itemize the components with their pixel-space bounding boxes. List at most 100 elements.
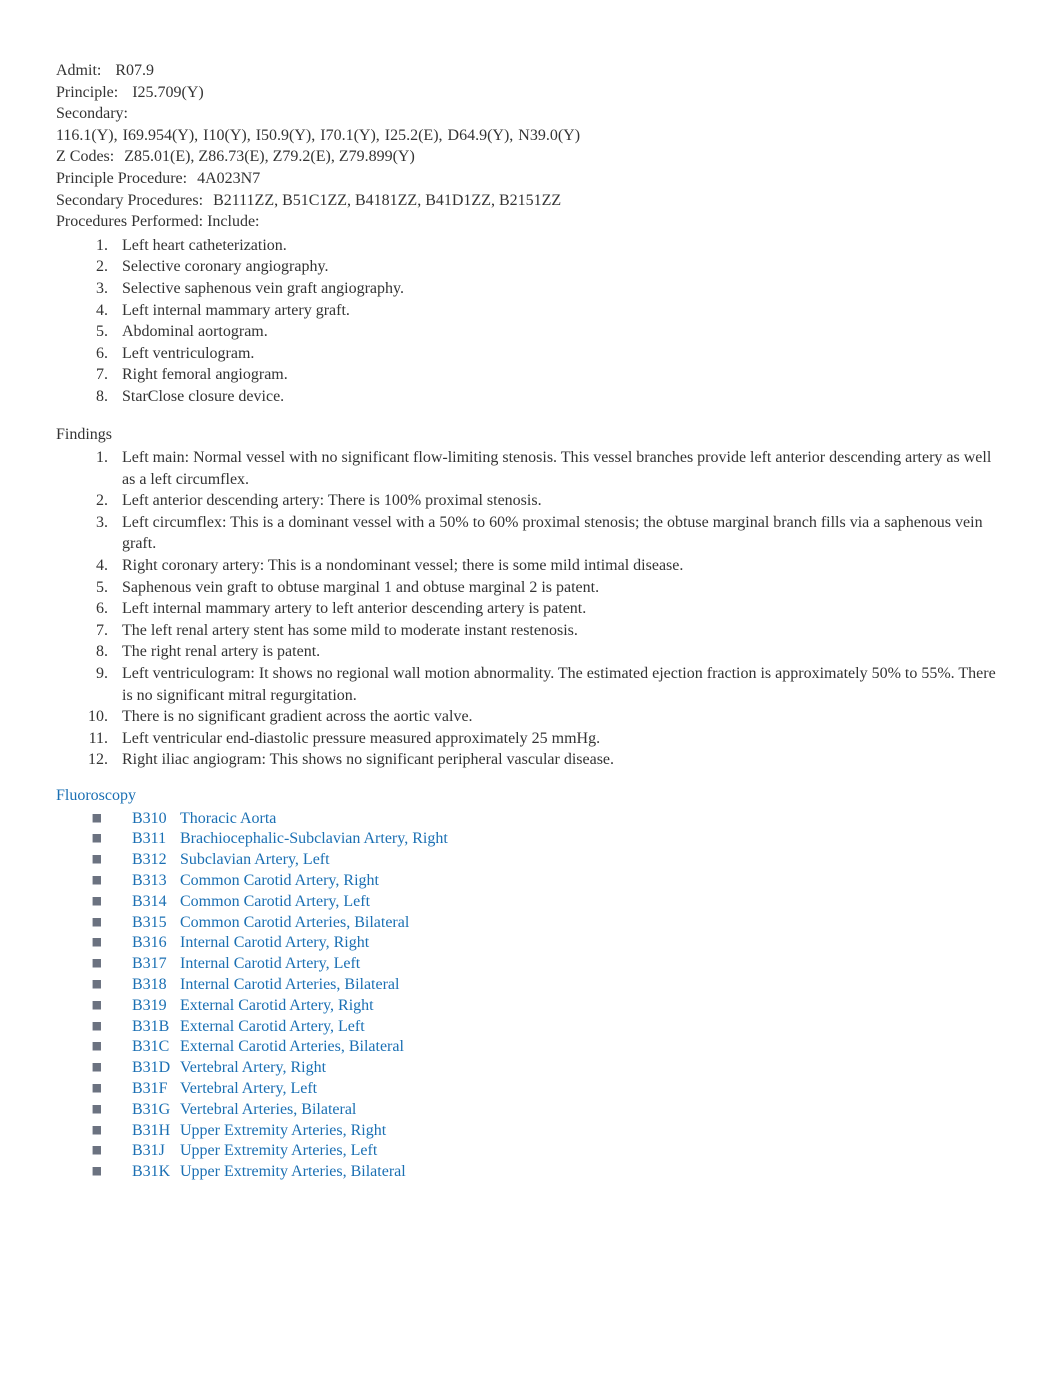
fluoroscopy-code[interactable]: B318 — [132, 975, 180, 996]
bullet-icon: ⯀ — [92, 1144, 132, 1160]
procedure-item: Selective coronary angiography. — [112, 256, 1006, 278]
procedure-item: Left heart catheterization. — [112, 235, 1006, 257]
fluoroscopy-item: ⯀B31HUpper Extremity Arteries, Right — [92, 1121, 1006, 1142]
fluoroscopy-desc-link[interactable]: Upper Extremity Arteries, Left — [180, 1142, 377, 1159]
finding-item: The right renal artery is patent. — [112, 641, 1006, 663]
secondary-procedures-line: Secondary Procedures: B2111ZZ, B51C1ZZ, … — [56, 190, 1006, 212]
fluoroscopy-desc-link[interactable]: Vertebral Artery, Left — [180, 1080, 317, 1097]
fluoroscopy-code-link[interactable]: B313 — [132, 872, 167, 889]
finding-item: The left renal artery stent has some mil… — [112, 620, 1006, 642]
fluoroscopy-code-link[interactable]: B31C — [132, 1038, 169, 1055]
secondary-procedures-value: B2111ZZ, B51C1ZZ, B4181ZZ, B41D1ZZ, B215… — [213, 192, 561, 209]
fluoroscopy-desc-link[interactable]: Upper Extremity Arteries, Bilateral — [180, 1163, 406, 1180]
fluoroscopy-item: ⯀B311 Brachiocephalic-Subclavian Artery, … — [92, 829, 1006, 850]
fluoroscopy-list: ⯀B310Thoracic Aorta⯀B311Brachiocephalic-… — [56, 809, 1006, 1183]
fluoroscopy-description[interactable]: Vertebral Artery, Right — [180, 1058, 326, 1079]
fluoroscopy-code-link[interactable]: B314 — [132, 893, 167, 910]
fluoroscopy-code[interactable]: B311 — [132, 829, 180, 850]
fluoroscopy-item: ⯀B316Internal Carotid Artery, Right — [92, 933, 1006, 954]
fluoroscopy-item: ⯀B31BExternal Carotid Artery, Left — [92, 1017, 1006, 1038]
fluoroscopy-description[interactable]: Subclavian Artery, Left — [180, 850, 330, 871]
fluoroscopy-description[interactable]: External Carotid Arteries, Bilateral — [180, 1037, 404, 1058]
fluoroscopy-desc-link[interactable]: Common Carotid Arteries, Bilateral — [180, 914, 409, 931]
fluoroscopy-item: ⯀B312Subclavian Artery, Left — [92, 850, 1006, 871]
fluoroscopy-desc-link[interactable]: Internal Carotid Artery, Left — [180, 955, 360, 972]
fluoroscopy-description[interactable]: Vertebral Arteries, Bilateral — [180, 1100, 356, 1121]
fluoroscopy-desc-link[interactable]: Internal Carotid Arteries, Bilateral — [180, 976, 399, 993]
fluoroscopy-item: ⯀B314Common Carotid Artery, Left — [92, 892, 1006, 913]
fluoroscopy-code[interactable]: B310 — [132, 809, 180, 830]
secondary-label-line: Secondary: — [56, 103, 1006, 125]
fluoroscopy-code[interactable]: B31H — [132, 1121, 180, 1142]
fluoroscopy-description[interactable]: Upper Extremity Arteries, Bilateral — [180, 1162, 406, 1183]
fluoroscopy-description[interactable]: Internal Carotid Arteries, Bilateral — [180, 975, 399, 996]
fluoroscopy-code[interactable]: B31D — [132, 1058, 180, 1079]
fluoroscopy-code[interactable]: B31G — [132, 1100, 180, 1121]
fluoroscopy-code[interactable]: B31K — [132, 1162, 180, 1183]
fluoroscopy-code-link[interactable]: B312 — [132, 851, 167, 868]
fluoroscopy-desc-link[interactable]: Thoracic Aorta — [180, 810, 276, 827]
fluoroscopy-description[interactable]: External Carotid Artery, Left — [180, 1017, 365, 1038]
fluoroscopy-code[interactable]: B31F — [132, 1079, 180, 1100]
fluoroscopy-code-link[interactable]: B310 — [132, 810, 167, 827]
fluoroscopy-description[interactable]: Common Carotid Arteries, Bilateral — [180, 913, 409, 934]
bullet-icon: ⯀ — [92, 832, 132, 848]
fluoroscopy-description[interactable]: Common Carotid Artery, Left — [180, 892, 370, 913]
fluoroscopy-code-link[interactable]: B317 — [132, 955, 167, 972]
fluoroscopy-code-link[interactable]: B316 — [132, 934, 167, 951]
fluoroscopy-description[interactable]: Thoracic Aorta — [180, 809, 276, 830]
admit-line: Admit: R07.9 — [56, 60, 1006, 82]
fluoroscopy-code-link[interactable]: B318 — [132, 976, 167, 993]
fluoroscopy-code[interactable]: B31B — [132, 1017, 180, 1038]
fluoroscopy-link[interactable]: Fluoroscopy — [56, 787, 136, 804]
zcodes-value: Z85.01(E), Z86.73(E), Z79.2(E), Z79.899(… — [124, 148, 415, 165]
fluoroscopy-desc-link[interactable]: Vertebral Artery, Right — [180, 1059, 326, 1076]
fluoroscopy-desc-link[interactable]: External Carotid Artery, Right — [180, 997, 374, 1014]
finding-item: Left internal mammary artery to left ant… — [112, 598, 1006, 620]
fluoroscopy-desc-link[interactable]: External Carotid Arteries, Bilateral — [180, 1038, 404, 1055]
fluoroscopy-description[interactable]: Upper Extremity Arteries, Right — [180, 1121, 386, 1142]
fluoroscopy-description[interactable]: Internal Carotid Artery, Right — [180, 933, 369, 954]
fluoroscopy-desc-link[interactable]: Internal Carotid Artery, Right — [180, 934, 369, 951]
fluoroscopy-code[interactable]: B319 — [132, 996, 180, 1017]
fluoroscopy-desc-link[interactable]: External Carotid Artery, Left — [180, 1018, 365, 1035]
fluoroscopy-desc-link[interactable]: Common Carotid Artery, Right — [180, 872, 379, 889]
fluoroscopy-code-link[interactable]: B31H — [132, 1122, 170, 1139]
fluoroscopy-code-link[interactable]: B31K — [132, 1163, 170, 1180]
fluoroscopy-code[interactable]: B31C — [132, 1037, 180, 1058]
fluoroscopy-description[interactable]: Upper Extremity Arteries, Left — [180, 1141, 377, 1162]
fluoroscopy-code-link[interactable]: B31B — [132, 1018, 169, 1035]
fluoroscopy-desc-link[interactable]: Brachiocephalic-Subclavian Artery, Right — [180, 830, 448, 847]
finding-item: Left main: Normal vessel with no signifi… — [112, 447, 1006, 490]
fluoroscopy-code[interactable]: B31J — [132, 1141, 180, 1162]
fluoroscopy-desc-link[interactable]: Common Carotid Artery, Left — [180, 893, 370, 910]
fluoroscopy-code[interactable]: B317 — [132, 954, 180, 975]
fluoroscopy-code-link[interactable]: B31J — [132, 1142, 165, 1159]
fluoroscopy-description[interactable]: Vertebral Artery, Left — [180, 1079, 317, 1100]
fluoroscopy-code[interactable]: B312 — [132, 850, 180, 871]
fluoroscopy-description[interactable]: Internal Carotid Artery, Left — [180, 954, 360, 975]
fluoroscopy-code-link[interactable]: B31F — [132, 1080, 168, 1097]
fluoroscopy-code[interactable]: B313 — [132, 871, 180, 892]
fluoroscopy-code-link[interactable]: B315 — [132, 914, 167, 931]
fluoroscopy-description[interactable]: Common Carotid Artery, Right — [180, 871, 379, 892]
principle-value: I25.709(Y) — [132, 84, 204, 101]
fluoroscopy-item: ⯀B315Common Carotid Arteries, Bilateral — [92, 913, 1006, 934]
fluoroscopy-code[interactable]: B315 — [132, 913, 180, 934]
fluoroscopy-desc-link[interactable]: Upper Extremity Arteries, Right — [180, 1122, 386, 1139]
fluoroscopy-heading[interactable]: Fluoroscopy — [56, 785, 1006, 807]
fluoroscopy-description[interactable]: External Carotid Artery, Right — [180, 996, 374, 1017]
fluoroscopy-code-link[interactable]: B31G — [132, 1101, 170, 1118]
fluoroscopy-desc-link[interactable]: Vertebral Arteries, Bilateral — [180, 1101, 356, 1118]
fluoroscopy-description[interactable]: Brachiocephalic-Subclavian Artery, Right — [180, 829, 448, 850]
fluoroscopy-desc-link[interactable]: Subclavian Artery, Left — [180, 851, 330, 868]
fluoroscopy-code-link[interactable]: B31D — [132, 1059, 170, 1076]
fluoroscopy-code-link[interactable]: B319 — [132, 997, 167, 1014]
fluoroscopy-code-link[interactable]: B311 — [132, 830, 166, 847]
finding-item: Right coronary artery: This is a nondomi… — [112, 555, 1006, 577]
bullet-icon: ⯀ — [92, 978, 132, 994]
fluoroscopy-code[interactable]: B316 — [132, 933, 180, 954]
fluoroscopy-code[interactable]: B314 — [132, 892, 180, 913]
secondary-label: Secondary: — [56, 105, 128, 122]
bullet-icon: ⯀ — [92, 957, 132, 973]
